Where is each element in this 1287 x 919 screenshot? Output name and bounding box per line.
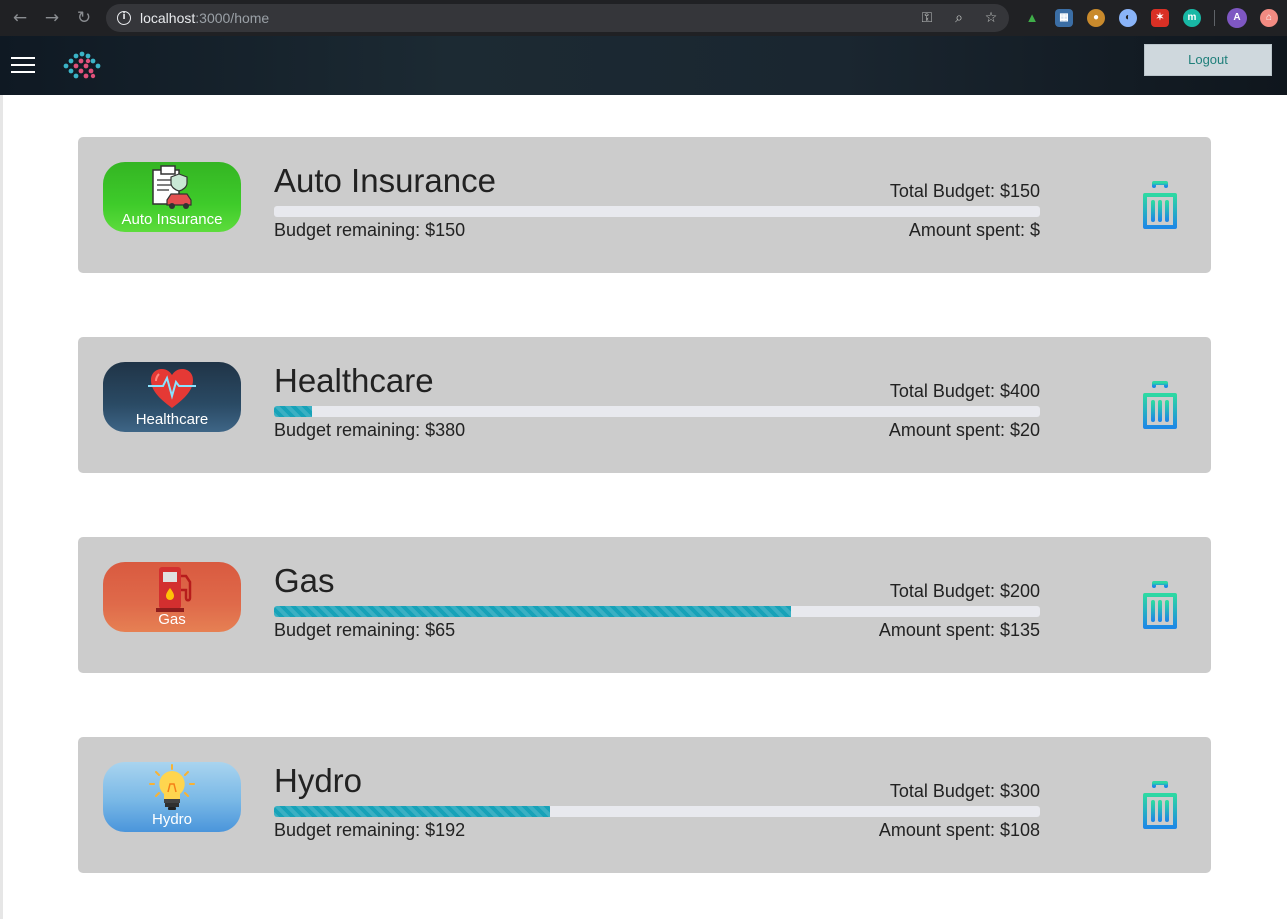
forward-arrow-icon[interactable]: → bbox=[42, 8, 62, 28]
category-badge[interactable]: Hydro bbox=[103, 762, 241, 832]
trash-icon[interactable] bbox=[1139, 180, 1181, 230]
budget-progress-fill bbox=[274, 606, 792, 617]
toolbar-separator bbox=[1214, 10, 1215, 26]
budget-progress-bar bbox=[274, 606, 1040, 617]
total-budget: Total Budget: $200 bbox=[889, 581, 1040, 601]
logout-button[interactable]: Logout bbox=[1144, 44, 1272, 76]
budget-progress-fill bbox=[274, 806, 550, 817]
budget-title: Gas bbox=[274, 562, 335, 599]
star-bookmark-icon[interactable]: ☆ bbox=[981, 8, 1001, 28]
light-bulb-icon bbox=[149, 764, 195, 810]
hamburger-menu-icon[interactable] bbox=[11, 57, 35, 74]
budget-progress-fill bbox=[274, 406, 313, 417]
extension-circle-icon[interactable]: ◐ bbox=[1119, 9, 1137, 27]
url-text[interactable]: localhost:3000/home bbox=[140, 10, 269, 26]
url-host: localhost bbox=[140, 10, 196, 26]
budget-card-auto-insurance: Auto Insurance Auto Insurance Total Budg… bbox=[78, 137, 1211, 273]
badge-label: Hydro bbox=[151, 811, 192, 828]
trash-icon[interactable] bbox=[1139, 580, 1181, 630]
app-logo bbox=[63, 51, 101, 79]
budget-progress-bar bbox=[274, 406, 1040, 417]
extension-green-icon[interactable]: ▲ bbox=[1023, 9, 1041, 27]
profile-avatar[interactable]: A bbox=[1227, 8, 1247, 28]
total-budget: Total Budget: $300 bbox=[889, 781, 1040, 801]
browser-toolbar: ← → ↻ i localhost:3000/home ⚿ ⌕ ☆ ▲ ▦ ● … bbox=[0, 0, 1287, 36]
budget-remaining: Budget remaining: $380 bbox=[274, 420, 466, 440]
extension-pink-icon[interactable]: ⌂ bbox=[1260, 9, 1278, 27]
url-path: :3000/home bbox=[195, 10, 270, 26]
badge-label: Healthcare bbox=[135, 411, 209, 428]
amount-spent: Amount spent: $20 bbox=[888, 420, 1040, 440]
budget-card-hydro: Hydro Hydro Total Budget: $300 Budget re… bbox=[78, 737, 1211, 873]
trash-icon[interactable] bbox=[1139, 380, 1181, 430]
budget-progress-bar bbox=[274, 806, 1040, 817]
budget-card-gas: Gas Gas Total Budget: $200 Budget remain… bbox=[78, 537, 1211, 673]
insurance-document-car-icon bbox=[152, 165, 192, 209]
fuel-pump-icon bbox=[156, 567, 192, 612]
content-left-edge bbox=[0, 95, 3, 919]
budget-progress-bar bbox=[274, 206, 1040, 217]
site-info-icon[interactable]: i bbox=[117, 11, 131, 25]
heart-pulse-icon bbox=[148, 369, 196, 408]
category-badge[interactable]: Healthcare bbox=[103, 362, 241, 432]
budget-remaining: Budget remaining: $150 bbox=[274, 220, 466, 240]
budget-title: Auto Insurance bbox=[274, 162, 496, 199]
extension-grid-icon[interactable]: ▦ bbox=[1055, 9, 1073, 27]
category-badge[interactable]: Auto Insurance bbox=[103, 162, 241, 232]
extension-cookie-icon[interactable]: ● bbox=[1087, 9, 1105, 27]
budget-title: Healthcare bbox=[274, 362, 434, 399]
extension-m-icon[interactable]: m bbox=[1183, 9, 1201, 27]
amount-spent: Amount spent: $ bbox=[908, 220, 1040, 240]
back-arrow-icon[interactable]: ← bbox=[10, 8, 30, 28]
budget-remaining: Budget remaining: $65 bbox=[274, 620, 456, 640]
badge-label: Gas bbox=[158, 611, 186, 628]
budget-title: Hydro bbox=[274, 762, 363, 799]
zoom-icon[interactable]: ⌕ bbox=[949, 8, 969, 28]
app-header: Logout bbox=[0, 36, 1287, 95]
trash-icon[interactable] bbox=[1139, 780, 1181, 830]
amount-spent: Amount spent: $135 bbox=[878, 620, 1040, 640]
total-budget: Total Budget: $400 bbox=[889, 381, 1040, 401]
address-bar[interactable]: i localhost:3000/home ⚿ ⌕ ☆ bbox=[106, 4, 1009, 32]
reload-icon[interactable]: ↻ bbox=[74, 8, 94, 28]
budget-card-healthcare: Healthcare Healthcare Total Budget: $400… bbox=[78, 337, 1211, 473]
budget-remaining: Budget remaining: $192 bbox=[274, 820, 466, 840]
badge-label: Auto Insurance bbox=[121, 211, 223, 228]
extension-red-icon[interactable]: ✶ bbox=[1151, 9, 1169, 27]
key-icon[interactable]: ⚿ bbox=[917, 8, 937, 28]
category-badge[interactable]: Gas bbox=[103, 562, 241, 632]
total-budget: Total Budget: $150 bbox=[889, 181, 1040, 201]
amount-spent: Amount spent: $108 bbox=[878, 820, 1040, 840]
